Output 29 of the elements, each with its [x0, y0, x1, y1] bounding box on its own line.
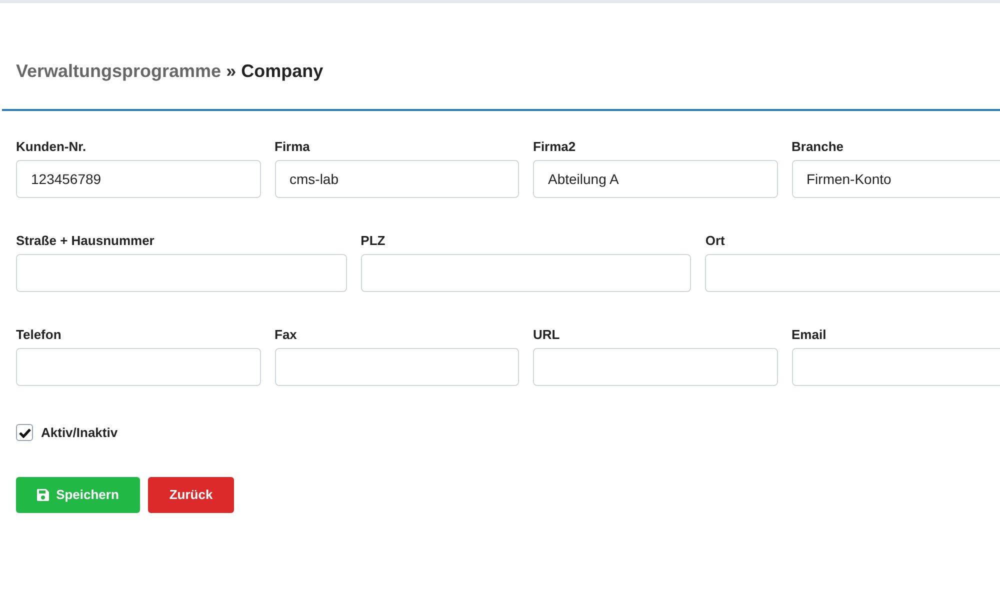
field-label: Firma: [274, 138, 311, 153]
field-label: Email: [792, 326, 828, 341]
input-field[interactable]: [16, 348, 260, 386]
breadcrumb-separator: »: [226, 61, 236, 81]
field-label: URL: [533, 326, 561, 341]
input-field[interactable]: 123456789: [16, 160, 260, 198]
input-field[interactable]: [792, 348, 1000, 386]
breadcrumb-link[interactable]: Verwaltungsprogramme: [16, 61, 222, 81]
field-label: Fax: [274, 326, 298, 341]
field-label: Firma2: [533, 138, 577, 153]
field-label: Telefon: [16, 326, 62, 341]
field-label: Straße + Hausnummer: [16, 232, 156, 247]
input-field[interactable]: Firmen-Konto: [792, 160, 1000, 198]
input-field[interactable]: [360, 254, 692, 292]
input-field[interactable]: Abteilung A: [533, 160, 778, 198]
page-title: Company: [241, 61, 324, 81]
input-field[interactable]: [16, 254, 347, 292]
input-field[interactable]: [533, 348, 778, 386]
checkbox-label: Aktiv/Inaktiv: [41, 424, 118, 442]
back-button[interactable]: Zurück: [148, 476, 234, 512]
field-label: Kunden-Nr.: [16, 138, 88, 153]
field-label: PLZ: [360, 232, 386, 247]
input-field[interactable]: [274, 348, 519, 386]
checkbox[interactable]: [16, 424, 33, 442]
checkmark-icon: [18, 428, 30, 438]
input-field[interactable]: cms-lab: [274, 160, 519, 198]
input-field[interactable]: [705, 254, 1000, 292]
field-label: Ort: [705, 232, 726, 247]
field-label: Branche: [792, 138, 845, 153]
